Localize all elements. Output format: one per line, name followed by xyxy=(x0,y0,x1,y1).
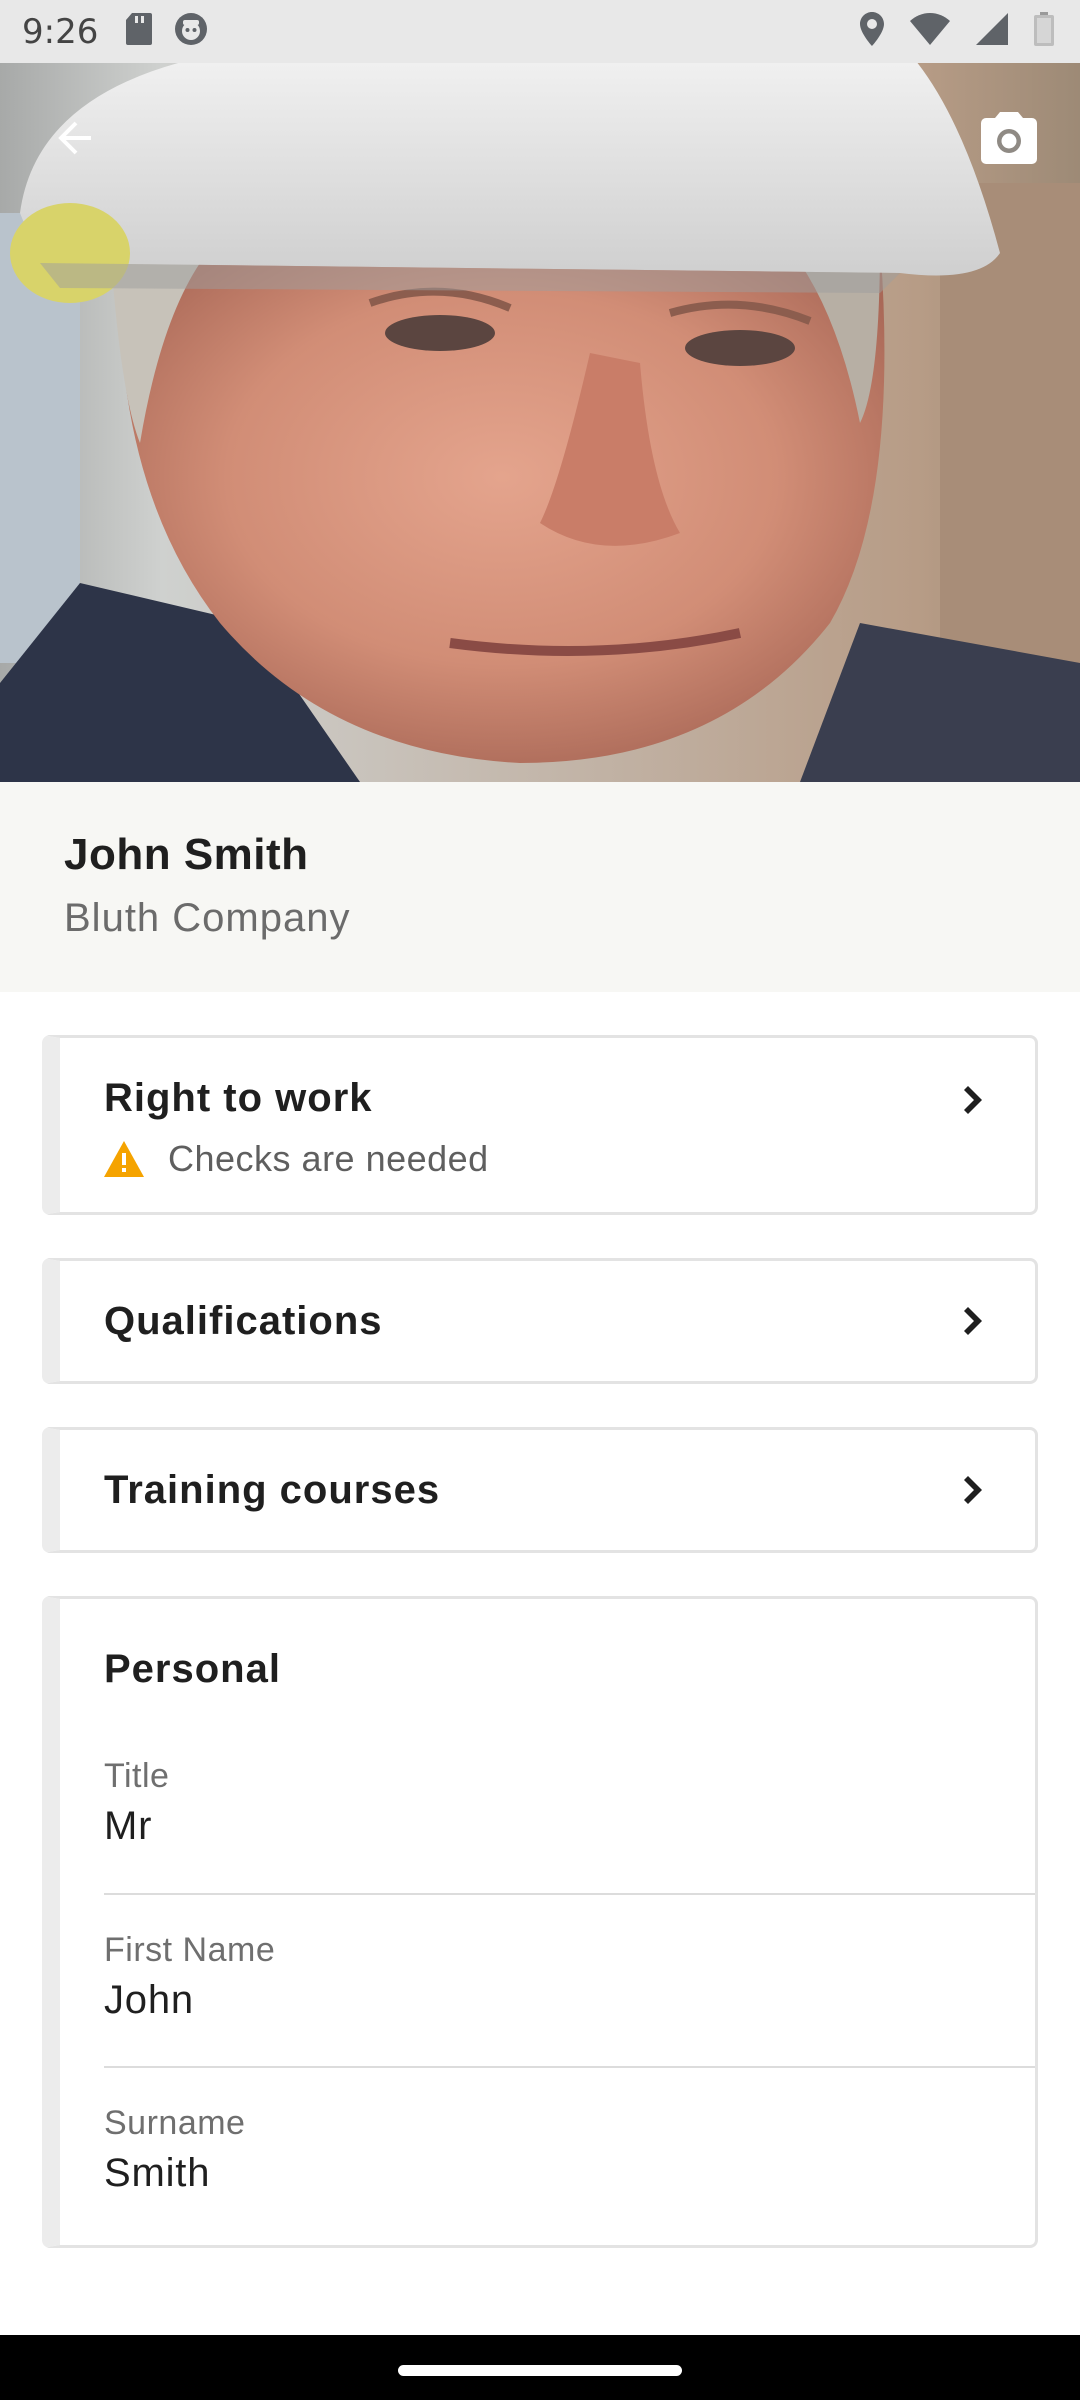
signal-icon xyxy=(976,13,1008,50)
chevron-right-icon xyxy=(964,1086,982,1114)
right-to-work-status: Checks are needed xyxy=(104,1138,489,1180)
field-value: John xyxy=(104,1978,194,2022)
back-button[interactable] xyxy=(40,103,110,173)
right-to-work-status-text: Checks are needed xyxy=(168,1138,489,1179)
field-label: Title xyxy=(104,1757,170,1795)
profile-photo-image xyxy=(0,63,1080,782)
right-to-work-title: Right to work xyxy=(104,1076,373,1120)
sd-card-icon xyxy=(126,13,153,50)
field-value: Mr xyxy=(104,1804,153,1848)
personal-card: Personal Title Mr First Name John Surnam… xyxy=(42,1596,1038,2248)
personal-title: Personal xyxy=(104,1647,281,1691)
field-value: Smith xyxy=(104,2151,211,2195)
profile-header: John Smith Bluth Company xyxy=(0,782,1080,992)
battery-icon xyxy=(1034,12,1054,51)
warning-icon xyxy=(104,1141,144,1177)
chevron-right-icon xyxy=(964,1476,982,1504)
profile-photo xyxy=(0,63,1080,782)
home-gesture-handle[interactable] xyxy=(398,2365,682,2376)
company-name: Bluth Company xyxy=(64,896,351,940)
camera-icon xyxy=(981,112,1037,164)
field-title: Title Mr xyxy=(104,1757,1035,1849)
app-notification-icon xyxy=(174,12,208,51)
status-icons xyxy=(834,0,1054,63)
person-name: John Smith xyxy=(64,830,309,879)
chevron-right-icon xyxy=(964,1307,982,1335)
status-bar: 9:26 xyxy=(0,0,1080,63)
divider xyxy=(104,2066,1035,2068)
location-icon xyxy=(860,12,884,51)
wifi-icon xyxy=(910,13,950,50)
right-to-work-card[interactable]: Right to work Checks are needed xyxy=(42,1035,1038,1215)
system-navigation-bar xyxy=(0,2335,1080,2400)
field-surname: Surname Smith xyxy=(104,2104,1035,2196)
training-courses-title: Training courses xyxy=(104,1468,441,1512)
qualifications-card[interactable]: Qualifications xyxy=(42,1258,1038,1384)
field-label: Surname xyxy=(104,2104,246,2142)
arrow-left-icon xyxy=(58,121,91,155)
status-time: 9:26 xyxy=(22,11,99,52)
field-label: First Name xyxy=(104,1931,276,1969)
qualifications-title: Qualifications xyxy=(104,1299,383,1343)
training-courses-card[interactable]: Training courses xyxy=(42,1427,1038,1553)
divider xyxy=(104,1893,1035,1895)
camera-button[interactable] xyxy=(974,103,1044,173)
field-first-name: First Name John xyxy=(104,1931,1035,2023)
